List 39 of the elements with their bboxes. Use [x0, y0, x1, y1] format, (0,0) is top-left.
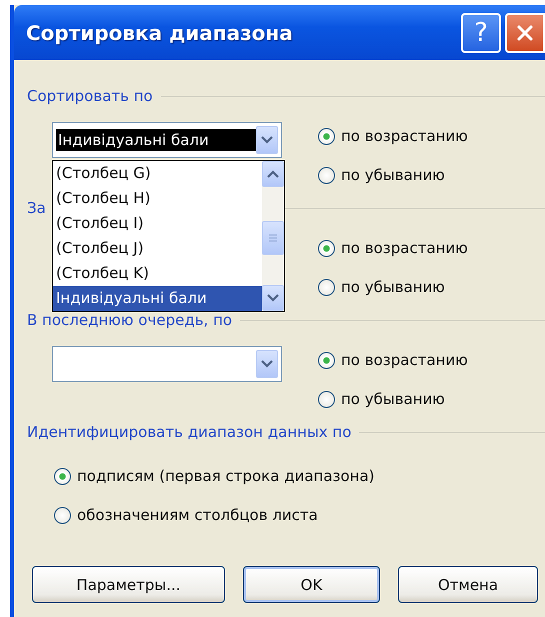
group-label: Идентифицировать диапазон данных по [27, 423, 352, 441]
list-item[interactable]: (Столбец I) [53, 211, 262, 236]
group-label: Сортировать по [27, 87, 153, 105]
sort-order-radio[interactable]: по возрастанию [318, 122, 468, 150]
dialog-button[interactable]: Параметры... [32, 566, 225, 603]
sort-combo-box[interactable]: Індивідуальні бали [52, 122, 282, 158]
caret-down-icon [267, 294, 279, 302]
grip-icon [268, 233, 278, 243]
caret-down-icon [261, 360, 273, 368]
scroll-up-button[interactable] [262, 161, 284, 187]
sort-combo-box[interactable] [52, 346, 282, 382]
window-title: Сортировка диапазона [26, 20, 293, 44]
sort-order-radio[interactable]: по убыванию [318, 385, 468, 413]
range-radio[interactable]: обозначениям столбцов листа [54, 501, 545, 529]
help-button[interactable]: ? [461, 12, 501, 52]
dialog-button[interactable]: Отмена [398, 566, 538, 603]
range-radio[interactable]: подписям (первая строка диапазона) [54, 462, 545, 490]
list-item[interactable]: (Столбец H) [53, 186, 262, 211]
scrollbar[interactable] [262, 161, 284, 311]
dialog-button[interactable]: OK [243, 566, 380, 603]
caret-up-icon [267, 170, 279, 178]
sort-order-radio[interactable]: по возрастанию [318, 234, 468, 262]
close-button[interactable] [505, 12, 545, 52]
scroll-down-button[interactable] [262, 285, 284, 311]
dropdown-arrow-button[interactable] [256, 350, 278, 378]
caret-down-icon [261, 136, 273, 144]
scroll-thumb[interactable] [262, 221, 284, 255]
list-item[interactable]: (Столбец J) [53, 236, 262, 261]
group-label: В последнюю очередь, по [27, 311, 232, 329]
group-label: За [27, 199, 46, 217]
list-item[interactable]: (Столбец G) [53, 161, 262, 186]
list-item[interactable]: (Столбец K) [53, 261, 262, 286]
dropdown-arrow-button[interactable] [256, 126, 278, 154]
sort-order-radio[interactable]: по убыванию [318, 161, 468, 189]
sort-order-radio[interactable]: по возрастанию [318, 346, 468, 374]
combo-value: Індивідуальні бали [56, 129, 256, 151]
sort-order-radio[interactable]: по убыванию [318, 273, 468, 301]
list-item[interactable]: Індивідуальні бали [53, 286, 262, 311]
close-icon [515, 22, 535, 42]
